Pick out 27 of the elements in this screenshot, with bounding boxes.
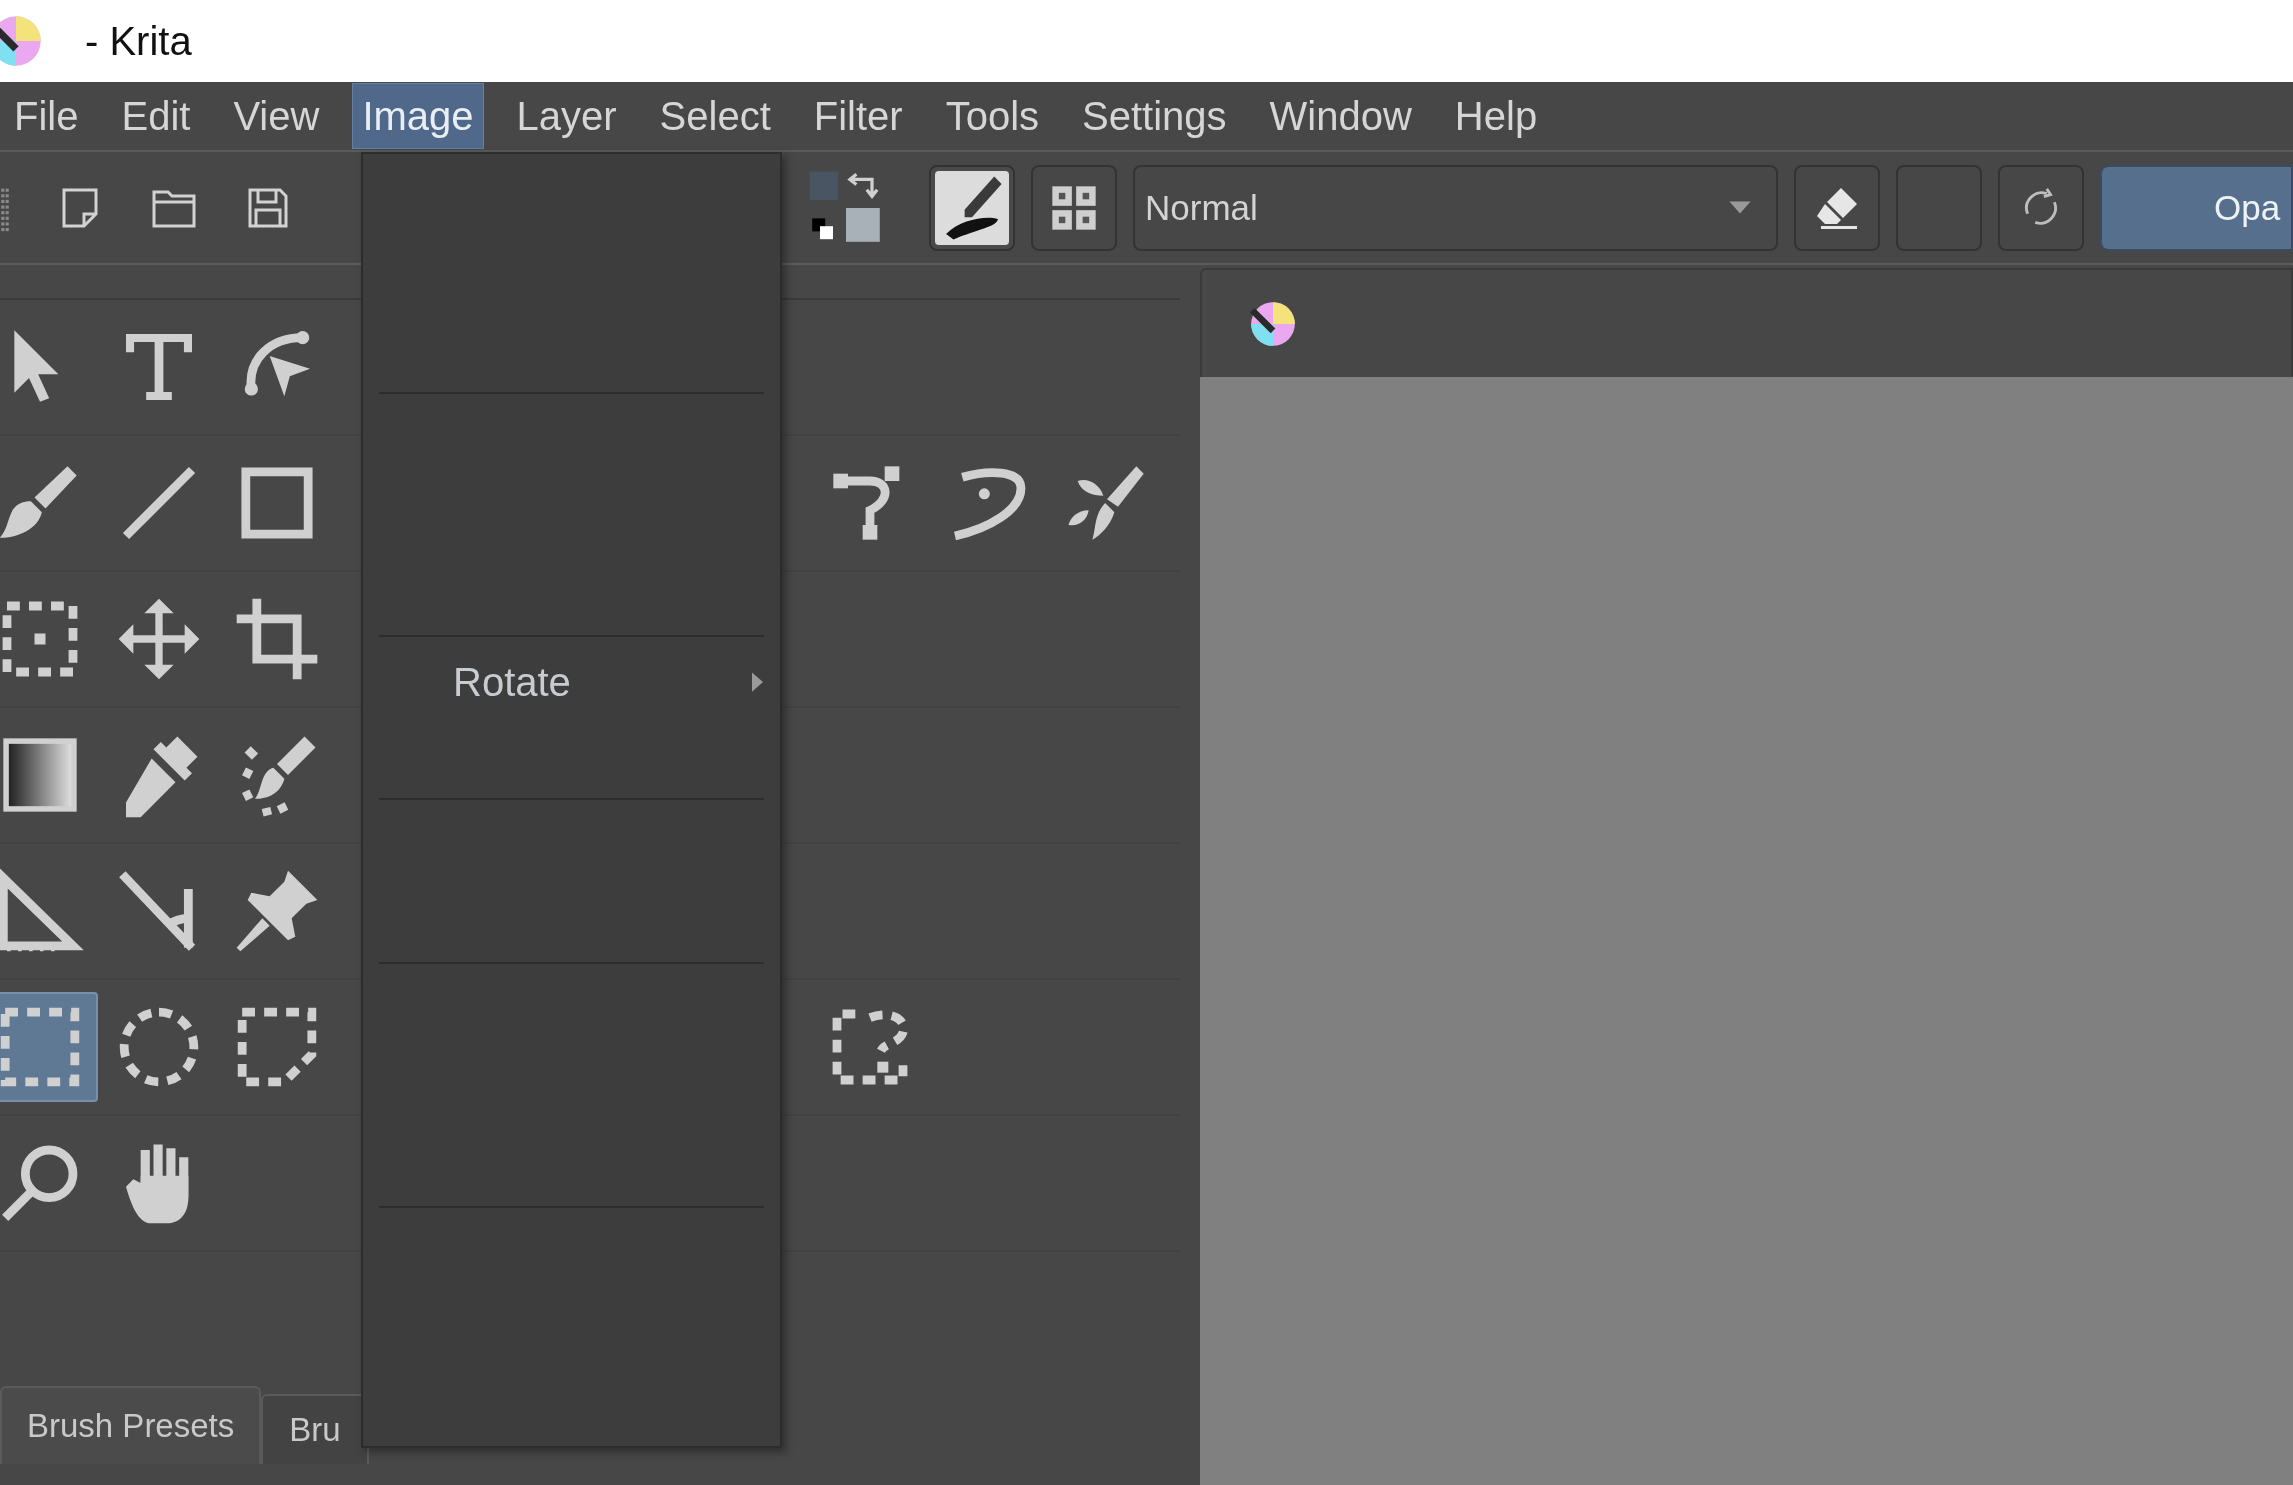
menu-entry[interactable]: Rotate [363, 651, 780, 713]
caret-icon [1728, 200, 1752, 215]
app-logo-icon [0, 15, 42, 67]
menu-item[interactable]: Edit [111, 83, 201, 149]
window-title: - Krita [85, 18, 192, 64]
docker-tab[interactable]: Brush Presets [0, 1386, 262, 1464]
menu-item[interactable]: Window [1259, 83, 1422, 149]
eraser-button[interactable] [1794, 164, 1880, 251]
grid-button[interactable] [1031, 164, 1117, 251]
menu-item[interactable]: Help [1444, 83, 1548, 149]
menu-item[interactable]: File [4, 83, 89, 149]
blend-mode-dropdown[interactable]: Normal [1133, 164, 1778, 251]
menu-item[interactable]: Image [352, 83, 484, 149]
app-logo-icon [1250, 300, 1296, 347]
brush-preset-button[interactable] [929, 164, 1015, 251]
pen-stroke-icon [935, 170, 1009, 245]
menu-item[interactable]: Filter [803, 83, 913, 149]
docker-tab[interactable]: Bru [261, 1394, 369, 1464]
reload-button[interactable] [1998, 164, 2084, 251]
opacity-label: Opa [2213, 187, 2281, 228]
menu-item[interactable]: Settings [1072, 83, 1237, 149]
menu-item[interactable]: View [223, 83, 330, 149]
menu-item[interactable]: Layer [506, 83, 627, 149]
submenu-arrow-icon [752, 672, 763, 692]
opacity-slider[interactable]: Opa [2100, 164, 2293, 251]
menu-item[interactable]: Tools [935, 83, 1050, 149]
menu-item[interactable]: Select [649, 83, 781, 149]
